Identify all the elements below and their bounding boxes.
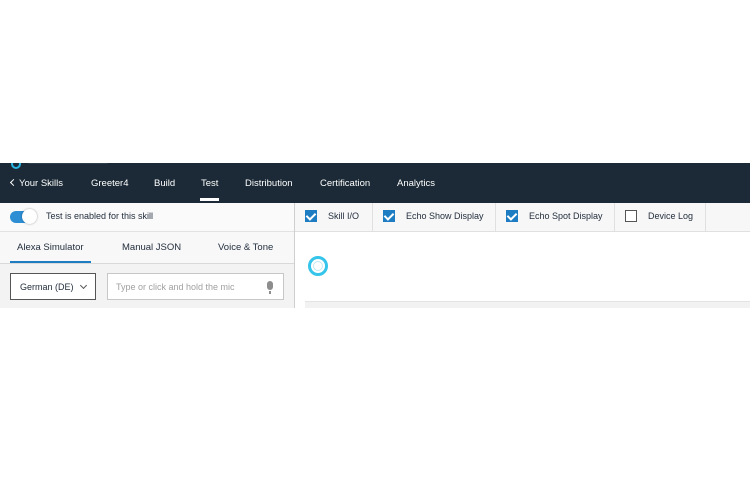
utterance-input[interactable] xyxy=(116,278,256,295)
checkbox-checked-icon xyxy=(305,210,317,222)
alexa-ring-icon xyxy=(308,256,328,276)
developer-console-strip: Your Skills Greeter4 Build Test Distribu… xyxy=(0,163,750,308)
utterance-box xyxy=(107,273,284,300)
output-panel: Skill I/O Echo Show Display Echo Spot Di… xyxy=(295,203,750,308)
check-echo-spot-label: Echo Spot Display xyxy=(529,211,603,221)
chevron-down-icon xyxy=(79,281,88,290)
nav-item-skill-name[interactable]: Greeter4 xyxy=(91,178,129,189)
nav-item-analytics[interactable]: Analytics xyxy=(397,178,435,189)
check-echo-show[interactable]: Echo Show Display xyxy=(373,203,496,231)
display-options: Skill I/O Echo Show Display Echo Spot Di… xyxy=(295,203,750,232)
nav-back-your-skills[interactable]: Your Skills xyxy=(9,178,64,189)
checkbox-checked-icon xyxy=(506,210,518,222)
check-echo-spot[interactable]: Echo Spot Display xyxy=(496,203,615,231)
test-enabled-toggle[interactable] xyxy=(10,209,37,224)
output-card xyxy=(305,301,750,308)
nav-item-distribution[interactable]: Distribution xyxy=(245,178,293,189)
simulator-panel: Test is enabled for this skill Alexa Sim… xyxy=(0,203,294,308)
tab-voice-tone[interactable]: Voice & Tone xyxy=(218,242,273,253)
check-echo-show-label: Echo Show Display xyxy=(406,211,484,221)
language-select[interactable]: German (DE) xyxy=(10,273,96,300)
tab-alexa-simulator[interactable]: Alexa Simulator xyxy=(10,242,91,263)
check-skill-io-label: Skill I/O xyxy=(328,211,360,221)
top-nav-bar: Your Skills Greeter4 Build Test Distribu… xyxy=(0,163,750,203)
checkbox-checked-icon xyxy=(383,210,395,222)
check-skill-io[interactable]: Skill I/O xyxy=(295,203,373,231)
nav-item-build[interactable]: Build xyxy=(154,178,175,189)
language-value: German (DE) xyxy=(20,282,74,292)
check-device-log-label: Device Log xyxy=(648,211,694,221)
microphone-icon[interactable] xyxy=(267,281,273,294)
checkbox-unchecked-icon xyxy=(625,210,637,222)
toggle-knob xyxy=(22,209,37,224)
alexa-logo-icon xyxy=(11,163,21,169)
console-title-cut xyxy=(28,163,108,164)
test-toggle-row: Test is enabled for this skill xyxy=(0,203,294,232)
nav-back-label: Your Skills xyxy=(19,178,64,189)
check-device-log[interactable]: Device Log xyxy=(615,203,706,231)
test-enabled-label: Test is enabled for this skill xyxy=(46,211,154,221)
nav-item-test[interactable]: Test xyxy=(199,178,220,201)
tab-manual-json[interactable]: Manual JSON xyxy=(122,242,181,253)
nav-item-certification[interactable]: Certification xyxy=(320,178,370,189)
chevron-left-icon xyxy=(9,178,18,187)
simulator-tabs: Alexa Simulator Manual JSON Voice & Tone xyxy=(0,232,294,264)
